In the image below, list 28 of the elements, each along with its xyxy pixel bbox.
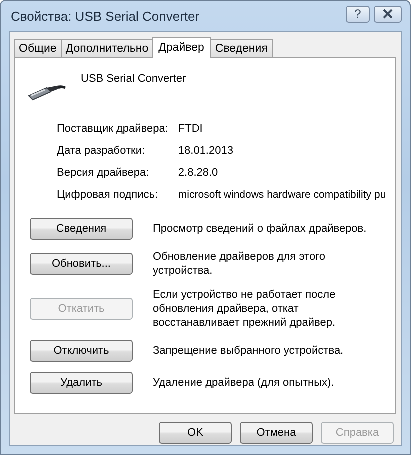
tab[interactable]: Сведения [210, 39, 273, 57]
property-label: Версия драйвера: [57, 166, 150, 180]
close-button[interactable] [374, 6, 402, 22]
action-description: Если устройство не работает после обновления драйвера, откат восстанавливает прежний драйвер. [153, 288, 337, 330]
action-button[interactable]: Удалить [30, 372, 133, 394]
action-button[interactable]: Отключить [30, 340, 133, 362]
tab[interactable]: Драйвер [152, 37, 212, 58]
action-description: Обновление драйверов для этого устройства. [153, 250, 326, 278]
window-title: Свойства: USB Serial Converter [10, 8, 200, 24]
action-description: Просмотр сведений о файлах драйверов. [153, 222, 368, 236]
dialog-button[interactable]: OK [159, 422, 232, 444]
action-button[interactable]: Обновить... [30, 253, 133, 275]
property-value: 2.8.28.0 [178, 166, 220, 180]
action-description: Запрещение выбранного устройства. [153, 344, 345, 358]
property-value: FTDI [178, 122, 204, 136]
dialog-button[interactable]: Отмена [240, 422, 313, 444]
device-name: USB Serial Converter [81, 72, 186, 85]
property-label: Дата разработки: [57, 144, 146, 158]
action-button[interactable]: Сведения [30, 218, 133, 240]
help-button[interactable]: ? [346, 6, 370, 22]
action-description: Удаление драйвера (для опытных). [153, 376, 336, 390]
tab[interactable]: Дополнительно [60, 39, 154, 57]
property-label: Цифровая подпись: [57, 188, 160, 202]
tab[interactable]: Общие [14, 39, 62, 57]
property-value: 18.01.2013 [178, 144, 234, 158]
property-label: Поставщик драйвера: [57, 122, 168, 136]
close-icon [382, 9, 394, 19]
property-value: microsoft windows hardware compatibility pu [178, 188, 388, 202]
